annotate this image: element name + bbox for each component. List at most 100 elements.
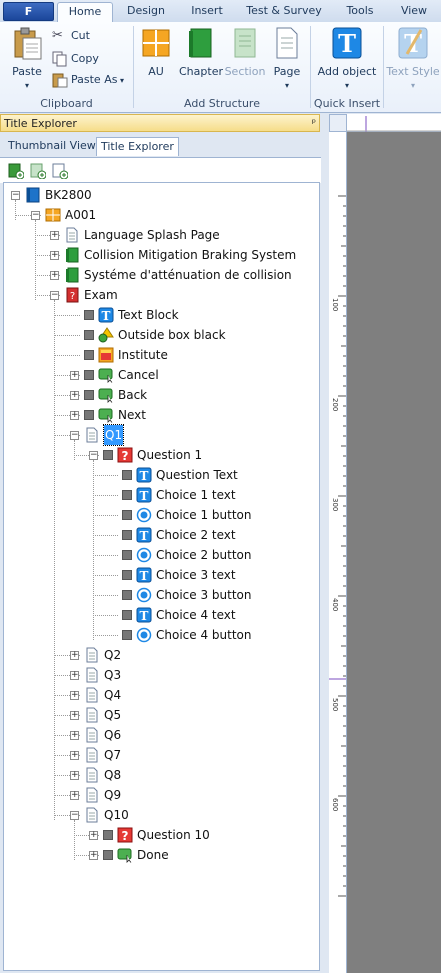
collapse-icon[interactable]: − (70, 431, 79, 440)
tab-tools[interactable]: Tools (334, 2, 386, 21)
tree-item[interactable]: T Choice 1 text (4, 485, 317, 505)
expand-icon[interactable]: + (70, 671, 79, 680)
visibility-checkbox[interactable] (84, 330, 94, 340)
tree-item[interactable]: + Collision Mitigation Braking System (4, 245, 317, 265)
visibility-checkbox[interactable] (122, 630, 132, 640)
tree-item[interactable]: − A001 (4, 205, 317, 225)
visibility-checkbox[interactable] (84, 310, 94, 320)
visibility-checkbox[interactable] (122, 510, 132, 520)
tree-item[interactable]: + Q9 (4, 785, 317, 805)
expand-icon[interactable]: + (70, 731, 79, 740)
expand-icon[interactable]: + (89, 831, 98, 840)
tree-item[interactable]: + Done (4, 845, 317, 865)
paste-button[interactable]: Paste ▾ (6, 26, 48, 91)
tree-item[interactable]: + Language Splash Page (4, 225, 317, 245)
visibility-checkbox[interactable] (84, 410, 94, 420)
tree-item-label: Q4 (104, 688, 122, 702)
expand-icon[interactable]: + (70, 771, 79, 780)
visibility-checkbox[interactable] (84, 390, 94, 400)
visibility-checkbox[interactable] (122, 490, 132, 500)
expand-icon[interactable]: + (89, 851, 98, 860)
tree-item[interactable]: + Systéme d'atténuation de collision (4, 265, 317, 285)
tree-item[interactable]: + Q3 (4, 665, 317, 685)
tree-item[interactable]: +? Question 10 (4, 825, 317, 845)
tree-item[interactable]: Choice 4 button (4, 625, 317, 645)
tree-item[interactable]: −? Question 1 (4, 445, 317, 465)
expand-icon[interactable]: + (50, 271, 59, 280)
expand-icon[interactable]: + (50, 251, 59, 260)
tree-item[interactable]: T Choice 2 text (4, 525, 317, 545)
expand-icon[interactable]: + (70, 391, 79, 400)
tree-item[interactable]: T Question Text (4, 465, 317, 485)
pin-icon[interactable]: ᵖ (312, 115, 316, 133)
tab-design[interactable]: Design (118, 2, 174, 21)
visibility-checkbox[interactable] (84, 370, 94, 380)
expand-icon[interactable]: + (50, 231, 59, 240)
add-page-icon[interactable] (52, 163, 68, 179)
collapse-icon[interactable]: − (50, 291, 59, 300)
expand-icon[interactable]: + (70, 691, 79, 700)
tree-item[interactable]: − Q1 (4, 424, 317, 446)
tree-item[interactable]: Choice 1 button (4, 505, 317, 525)
add-chapter-button[interactable]: Chapter (178, 26, 224, 78)
visibility-checkbox[interactable] (122, 570, 132, 580)
add-object-button[interactable]: T Add object ▾ (315, 26, 379, 91)
tree-item[interactable]: + Q8 (4, 765, 317, 785)
tree-item[interactable]: + Q4 (4, 685, 317, 705)
tree-item[interactable]: Choice 2 button (4, 545, 317, 565)
tree-item[interactable]: −? Exam (4, 285, 317, 305)
tree-item[interactable]: + Q5 (4, 705, 317, 725)
add-section-button[interactable]: Section (224, 26, 266, 78)
collapse-icon[interactable]: − (31, 211, 40, 220)
cut-button[interactable]: ✂ Cut (52, 26, 90, 46)
visibility-checkbox[interactable] (122, 530, 132, 540)
expand-icon[interactable]: + (70, 711, 79, 720)
tab-home[interactable]: Home (57, 2, 113, 23)
copy-button[interactable]: Copy (52, 49, 99, 69)
visibility-checkbox[interactable] (103, 830, 113, 840)
tree-item[interactable]: − Q10 (4, 805, 317, 825)
panel-splitter[interactable] (321, 114, 329, 973)
tree-item[interactable]: T Text Block (4, 305, 317, 325)
expand-icon[interactable]: + (70, 651, 79, 660)
tree-item[interactable]: + Back (4, 385, 317, 405)
tree-item[interactable]: T Choice 4 text (4, 605, 317, 625)
expand-icon[interactable]: + (70, 791, 79, 800)
tab-title-explorer[interactable]: Title Explorer (96, 137, 179, 156)
tree-item[interactable]: Outside box black (4, 325, 317, 345)
tab-thumbnail-view[interactable]: Thumbnail View (4, 137, 100, 155)
paste-as-button[interactable]: Paste As ▾ (52, 70, 124, 90)
tab-test-survey[interactable]: Test & Survey (240, 2, 328, 21)
visibility-checkbox[interactable] (122, 590, 132, 600)
tree-item[interactable]: Choice 3 button (4, 585, 317, 605)
tree-item[interactable]: T Choice 3 text (4, 565, 317, 585)
file-tab[interactable]: F (3, 2, 54, 21)
expand-icon[interactable]: + (70, 411, 79, 420)
tree-item[interactable]: − BK2800 (4, 185, 317, 205)
add-item-icon[interactable] (8, 163, 24, 179)
visibility-checkbox[interactable] (122, 550, 132, 560)
visibility-checkbox[interactable] (84, 350, 94, 360)
tree-item[interactable]: + Cancel (4, 365, 317, 385)
visibility-checkbox[interactable] (103, 850, 113, 860)
visibility-checkbox[interactable] (122, 470, 132, 480)
tab-view[interactable]: View (392, 2, 436, 21)
visibility-checkbox[interactable] (103, 450, 113, 460)
page-canvas[interactable] (347, 132, 441, 973)
add-au-button[interactable]: AU (138, 26, 174, 78)
collapse-icon[interactable]: − (89, 451, 98, 460)
collapse-icon[interactable]: − (11, 191, 20, 200)
add-page-button[interactable]: Page ▾ (270, 26, 304, 91)
tree-item[interactable]: + Next (4, 405, 317, 425)
visibility-checkbox[interactable] (122, 610, 132, 620)
tree-item[interactable]: + Q7 (4, 745, 317, 765)
tree-item[interactable]: Institute (4, 345, 317, 365)
tree-item[interactable]: + Q2 (4, 645, 317, 665)
expand-icon[interactable]: + (70, 751, 79, 760)
tree-item[interactable]: + Q6 (4, 725, 317, 745)
text-style-button[interactable]: T Text Style ▾ (386, 26, 440, 91)
expand-icon[interactable]: + (70, 371, 79, 380)
tab-insert[interactable]: Insert (180, 2, 234, 21)
add-section-icon[interactable] (30, 163, 46, 179)
collapse-icon[interactable]: − (70, 811, 79, 820)
